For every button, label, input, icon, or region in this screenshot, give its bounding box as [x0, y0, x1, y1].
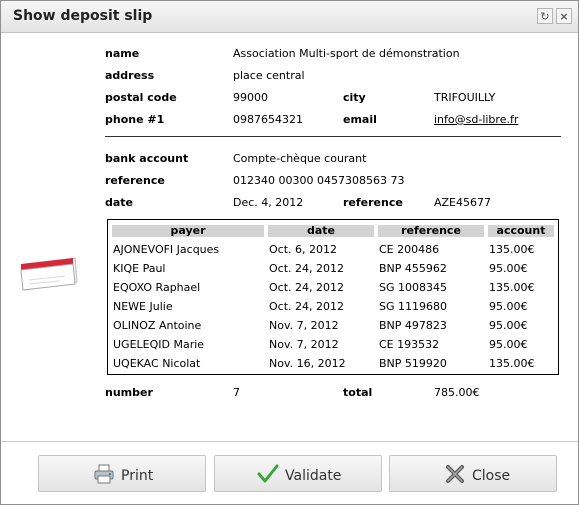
- validate-button-label: Validate: [285, 468, 342, 484]
- column-header-reference[interactable]: reference: [378, 225, 484, 237]
- table-cell-date: Oct. 24, 2012: [269, 281, 344, 294]
- close-button-label: Close: [472, 468, 511, 484]
- table-cell-account: 95.00€: [489, 300, 528, 313]
- deposit-slip-icon: [20, 257, 78, 291]
- table-cell-payer: KIQE Paul: [113, 262, 166, 275]
- table-cell-date: Nov. 7, 2012: [269, 338, 339, 351]
- date-label: date: [105, 196, 134, 209]
- button-bar-separator: [1, 441, 578, 442]
- table-cell-reference: BNP 497823: [379, 319, 447, 332]
- table-cell-account: 95.00€: [489, 338, 528, 351]
- name-label: name: [105, 47, 140, 60]
- address-value: place central: [233, 69, 305, 82]
- table-cell-reference: BNP 455962: [379, 262, 447, 275]
- close-icon[interactable]: ×: [556, 8, 572, 24]
- table-cell-account: 135.00€: [489, 357, 535, 370]
- city-label: city: [343, 91, 366, 104]
- table-cell-account: 135.00€: [489, 281, 535, 294]
- address-label: address: [105, 69, 155, 82]
- bank-account-label: bank account: [105, 152, 189, 165]
- deposit-reference-label: reference: [343, 196, 403, 209]
- table-cell-reference: CE 200486: [379, 243, 440, 256]
- total-label: total: [343, 386, 373, 399]
- print-button[interactable]: Print: [38, 455, 206, 492]
- title-bar[interactable]: Show deposit slip ↻ ×: [1, 1, 578, 33]
- table-cell-reference: SG 1008345: [379, 281, 447, 294]
- checkmark-icon: [257, 464, 279, 483]
- print-button-label: Print: [121, 468, 154, 484]
- validate-button[interactable]: Validate: [214, 455, 382, 492]
- number-label: number: [105, 386, 153, 399]
- table-cell-payer: EQOXO Raphael: [113, 281, 201, 294]
- dialog-content: name Association Multi-sport de démonstr…: [1, 33, 578, 441]
- table-cell-account: 95.00€: [489, 262, 528, 275]
- reference-label: reference: [105, 174, 165, 187]
- table-cell-date: Oct. 6, 2012: [269, 243, 337, 256]
- table-cell-date: Nov. 16, 2012: [269, 357, 346, 370]
- postal-code-label: postal code: [105, 91, 177, 104]
- column-header-account[interactable]: account: [488, 225, 554, 237]
- deposit-slip-dialog: Show deposit slip ↻ × name Association M…: [0, 0, 579, 505]
- table-cell-payer: OLINOZ Antoine: [113, 319, 202, 332]
- date-value: Dec. 4, 2012: [233, 196, 304, 209]
- column-header-date[interactable]: date: [268, 225, 374, 237]
- table-cell-payer: UGELEQID Marie: [113, 338, 205, 351]
- number-value: 7: [233, 386, 240, 399]
- close-x-icon: [446, 465, 464, 483]
- table-cell-payer: NEWE Julie: [113, 300, 173, 313]
- table-cell-date: Oct. 24, 2012: [269, 262, 344, 275]
- printer-icon: [94, 464, 114, 484]
- info-separator: [105, 136, 561, 137]
- close-button[interactable]: Close: [389, 455, 557, 492]
- dialog-title: Show deposit slip: [13, 8, 153, 24]
- postal-code-value: 99000: [233, 91, 268, 104]
- table-cell-account: 95.00€: [489, 319, 528, 332]
- total-value: 785.00€: [434, 386, 480, 399]
- deposit-reference-value: AZE45677: [434, 196, 492, 209]
- table-cell-reference: CE 193532: [379, 338, 440, 351]
- table-cell-reference: SG 1119680: [379, 300, 447, 313]
- phone-value: 0987654321: [233, 113, 303, 126]
- email-label: email: [343, 113, 377, 126]
- phone-label: phone #1: [105, 113, 165, 126]
- email-link[interactable]: info@sd-libre.fr: [434, 113, 518, 127]
- table-cell-date: Oct. 24, 2012: [269, 300, 344, 313]
- reference-value: 012340 00300 0457308563 73: [233, 174, 405, 187]
- column-header-payer[interactable]: payer: [112, 225, 264, 237]
- table-cell-payer: UQEKAC Nicolat: [113, 357, 201, 370]
- name-value: Association Multi-sport de démonstration: [233, 47, 460, 60]
- table-cell-reference: BNP 519920: [379, 357, 447, 370]
- cheques-table: payer date reference account AJONEVOFI J…: [107, 219, 559, 375]
- table-cell-date: Nov. 7, 2012: [269, 319, 339, 332]
- refresh-icon[interactable]: ↻: [537, 8, 553, 24]
- city-value: TRIFOUILLY: [434, 91, 496, 104]
- bank-account-value: Compte-chèque courant: [233, 152, 367, 165]
- table-cell-account: 135.00€: [489, 243, 535, 256]
- table-cell-payer: AJONEVOFI Jacques: [113, 243, 220, 256]
